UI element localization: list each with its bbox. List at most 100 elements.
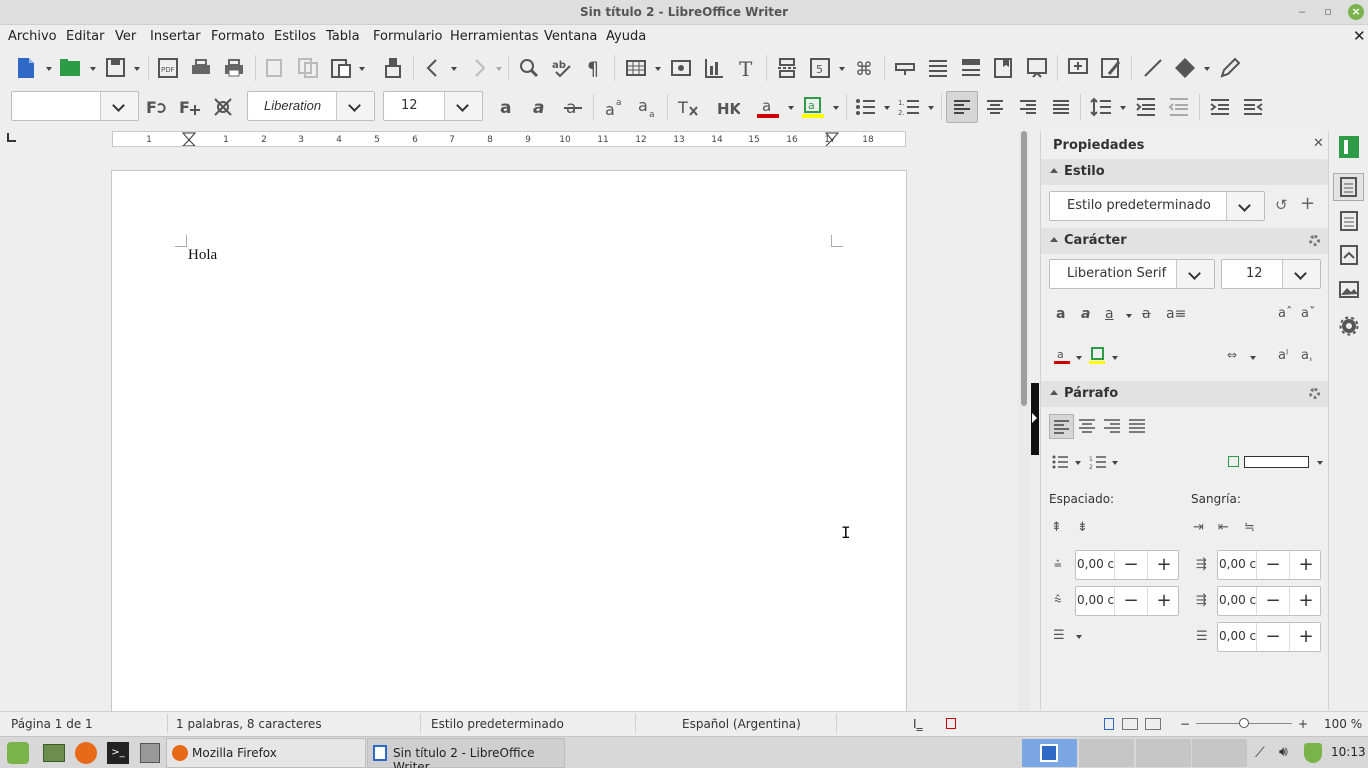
close-document-icon[interactable]: ✕ (1353, 27, 1366, 45)
increase-indent-icon[interactable] (1208, 95, 1232, 119)
justify-icon[interactable] (1127, 416, 1147, 436)
minimize-button[interactable]: ‒ (1294, 4, 1310, 20)
below-spacing-value[interactable]: 0,00 cm (1077, 593, 1115, 607)
chevron-down-icon[interactable] (1226, 192, 1264, 220)
insert-endnote-icon[interactable] (959, 56, 983, 80)
open-dropdown-icon[interactable] (89, 56, 96, 80)
insert-textbox-icon[interactable]: T (735, 56, 759, 80)
minus-icon[interactable]: − (1114, 551, 1147, 579)
chevron-down-icon[interactable] (336, 92, 374, 120)
line-spacing-dropdown-icon[interactable] (1075, 624, 1082, 648)
spellcheck-icon[interactable]: ab (550, 56, 574, 80)
insert-footnote-icon[interactable] (926, 56, 950, 80)
menu-ventana[interactable]: Ventana (544, 29, 597, 44)
document-text[interactable]: Hola (188, 247, 217, 264)
above-paragraph-spacing-field[interactable]: 0,00 cm −+ (1075, 550, 1179, 580)
track-changes-icon[interactable] (1099, 56, 1123, 80)
increase-spacing-icon[interactable]: ⇞ (1051, 520, 1062, 535)
ordered-list-icon[interactable]: 1. 2. (897, 95, 921, 119)
terminal-launcher-icon[interactable]: >_ (107, 742, 129, 764)
insert-line-icon[interactable] (1141, 56, 1165, 80)
line-spacing-dropdown-icon[interactable] (1119, 95, 1126, 119)
gear-icon[interactable] (1309, 235, 1320, 246)
basic-shapes-icon[interactable] (1173, 56, 1197, 80)
chevron-down-icon[interactable] (1282, 260, 1320, 288)
insert-page-break-icon[interactable] (775, 56, 799, 80)
unordered-list-icon[interactable] (853, 95, 877, 119)
minus-icon[interactable]: − (1256, 623, 1289, 651)
cut-icon[interactable] (263, 56, 287, 80)
line-spacing-icon[interactable]: ☰ (1053, 628, 1065, 643)
underline-icon[interactable]: a (1105, 306, 1114, 322)
network-icon[interactable]: ⟋ (1255, 745, 1265, 761)
unordered-list-dropdown-icon[interactable] (883, 95, 890, 119)
after-text-indent-field[interactable]: 0,00 cm −+ (1217, 586, 1321, 616)
insert-comment-icon[interactable] (1066, 56, 1090, 80)
decrease-indent-icon[interactable] (1241, 95, 1265, 119)
page-style[interactable]: Estilo predeterminado (431, 717, 564, 731)
insert-table-icon[interactable] (624, 56, 648, 80)
print-direct-icon[interactable] (222, 56, 246, 80)
workspace-4[interactable] (1192, 739, 1247, 767)
strikethrough-icon[interactable]: a (561, 95, 585, 119)
first-line-indent-field[interactable]: 0,00 cm −+ (1217, 622, 1321, 652)
workspace-1[interactable] (1022, 739, 1077, 767)
background-dropdown-icon[interactable] (1316, 450, 1323, 474)
shapes-dropdown-icon[interactable] (1203, 56, 1210, 80)
files-launcher-icon[interactable] (140, 743, 160, 763)
save-dropdown-icon[interactable] (133, 56, 140, 80)
plus-icon[interactable]: + (1289, 551, 1322, 579)
insert-hyperlink-icon[interactable] (893, 56, 917, 80)
insert-chart-icon[interactable] (702, 56, 726, 80)
font-size-combo[interactable]: 12 (383, 91, 483, 121)
plus-icon[interactable]: + (1289, 623, 1322, 651)
bold-icon[interactable]: a (1056, 306, 1065, 322)
increase-paragraph-spacing-icon[interactable] (1134, 95, 1158, 119)
justify-icon[interactable] (1049, 95, 1073, 119)
document-modified-icon[interactable] (946, 718, 956, 729)
scrollbar-thumb[interactable] (1021, 131, 1027, 406)
paragraph-section-header[interactable]: Párrafo (1041, 381, 1328, 407)
first-line-value[interactable]: 0,00 cm (1219, 629, 1257, 643)
decrease-spacing-icon[interactable]: ⇟ (1077, 520, 1088, 535)
menu-formato[interactable]: Formato (211, 29, 265, 44)
zoom-in-icon[interactable]: + (1298, 717, 1308, 731)
spacing-dropdown-icon[interactable] (1249, 345, 1256, 369)
menu-estilos[interactable]: Estilos (274, 29, 316, 44)
clear-direct-formatting-icon[interactable]: T (676, 95, 700, 119)
undo-icon[interactable] (421, 56, 445, 80)
hanging-indent-icon[interactable]: ≒ (1244, 520, 1255, 535)
save-icon[interactable] (104, 56, 128, 80)
align-center-icon[interactable] (1077, 416, 1097, 436)
font-color-dropdown-icon[interactable] (787, 95, 794, 119)
decrease-paragraph-spacing-icon[interactable] (1167, 95, 1191, 119)
language[interactable]: Español (Argentina) (682, 717, 801, 731)
sidebar-font-combo[interactable]: Liberation Serif (1049, 259, 1215, 289)
menu-insertar[interactable]: Insertar (150, 29, 201, 44)
page-tab-icon[interactable] (1339, 210, 1359, 232)
update-style-icon[interactable]: F (145, 95, 169, 119)
align-right-icon[interactable] (1102, 416, 1122, 436)
sidebar-style-combo[interactable]: Estilo predeterminado (1049, 191, 1265, 221)
italic-icon[interactable]: a (1081, 306, 1090, 322)
below-paragraph-spacing-field[interactable]: 0,00 cm −+ (1075, 586, 1179, 616)
menu-tabla[interactable]: Tabla (326, 29, 360, 44)
bold-icon[interactable]: a (495, 95, 519, 119)
superscript-icon[interactable]: aˡ (1278, 348, 1288, 363)
zoom-out-icon[interactable]: − (1180, 717, 1190, 731)
increase-indent-icon[interactable]: ⇥ (1193, 520, 1204, 535)
field-dropdown-icon[interactable] (838, 56, 845, 80)
clock[interactable]: 10:13 (1331, 745, 1366, 759)
sidebar-collapse-handle[interactable] (1031, 383, 1039, 455)
before-indent-value[interactable]: 0,00 cm (1219, 557, 1257, 571)
task-writer[interactable]: Sin título 2 - LibreOffice Writer (367, 738, 565, 768)
ordered-list-icon[interactable]: 12 (1089, 454, 1107, 470)
zoom-slider-handle[interactable] (1239, 718, 1249, 728)
highlight-color-icon[interactable] (1089, 347, 1105, 365)
clear-formatting-icon[interactable] (211, 95, 235, 119)
align-left-icon[interactable] (1049, 414, 1074, 439)
close-sidebar-icon[interactable]: ✕ (1313, 136, 1324, 151)
show-desktop-icon[interactable] (43, 744, 65, 762)
close-window-button[interactable]: × (1348, 4, 1364, 20)
line-spacing-icon[interactable] (1089, 95, 1113, 119)
